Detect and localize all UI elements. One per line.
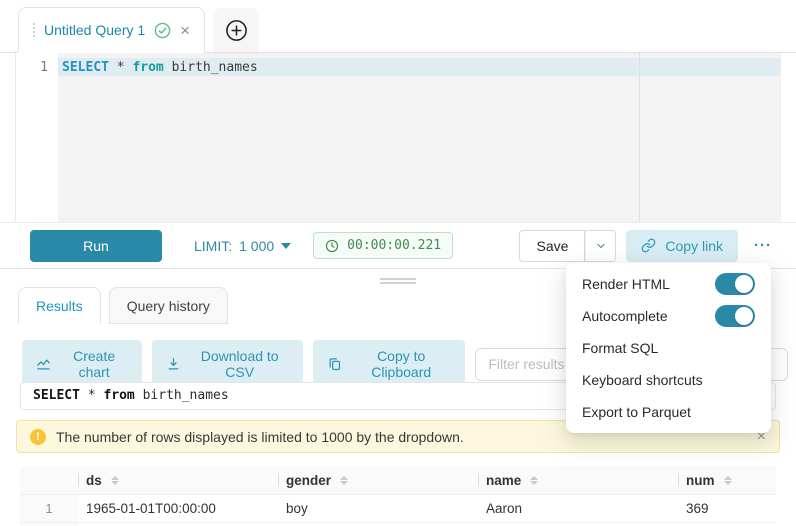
- menu-item-render-html[interactable]: Render HTML: [566, 268, 771, 300]
- new-tab-button[interactable]: [213, 8, 259, 52]
- sql-lab-window: Untitled Query 1 × 1 SELECT * from birth…: [0, 0, 796, 526]
- menu-item-keyboard-shortcuts[interactable]: Keyboard shortcuts: [566, 364, 771, 396]
- tab-query-history[interactable]: Query history: [109, 287, 228, 324]
- limit-value: 1 000: [239, 238, 274, 254]
- download-csv-label: Download to CSV: [190, 348, 289, 380]
- sql-text: birth_names: [164, 60, 258, 75]
- sql-text: birth_names: [135, 388, 229, 403]
- editor-tab-bar: Untitled Query 1 ×: [0, 0, 796, 53]
- print-margin-line: [639, 53, 640, 222]
- cell-gender: boy: [278, 495, 478, 522]
- run-button[interactable]: Run: [30, 230, 162, 262]
- table-row: 1 1965-01-01T00:00:00 boy Aaron 369: [20, 494, 776, 522]
- render-html-toggle[interactable]: [715, 273, 755, 295]
- sort-icon[interactable]: [111, 476, 119, 485]
- sql-text: *: [109, 60, 132, 75]
- alert-message: The number of rows displayed is limited …: [56, 429, 464, 445]
- sql-keyword: SELECT: [33, 388, 80, 403]
- results-table: ds gender name num 1 1965-01-01T00:00:00…: [20, 466, 776, 526]
- create-chart-label: Create chart: [60, 348, 128, 380]
- close-tab-icon[interactable]: ×: [180, 22, 190, 39]
- sql-keyword: from: [132, 60, 163, 75]
- query-tab[interactable]: Untitled Query 1 ×: [18, 7, 205, 53]
- create-chart-button[interactable]: Create chart: [22, 340, 142, 388]
- warning-icon: !: [30, 429, 46, 445]
- chart-icon: [36, 357, 51, 372]
- row-number-cell: 1: [20, 495, 78, 522]
- cell-num: 369: [678, 495, 776, 522]
- autocomplete-toggle[interactable]: [715, 305, 755, 327]
- save-menu-button[interactable]: [585, 230, 616, 262]
- sort-icon[interactable]: [724, 476, 732, 485]
- copy-link-label: Copy link: [665, 238, 723, 254]
- query-timer-badge: 00:00:00.221: [313, 232, 453, 259]
- menu-item-autocomplete[interactable]: Autocomplete: [566, 300, 771, 332]
- menu-item-format-sql[interactable]: Format SQL: [566, 332, 771, 364]
- sql-code-line: SELECT * from birth_names: [62, 59, 258, 76]
- run-toolbar: Run LIMIT: 1 000 00:00:00.221 Save Copy: [0, 222, 796, 269]
- query-tab-title: Untitled Query 1: [44, 22, 145, 38]
- table-row-clipped: [20, 522, 776, 526]
- column-header-num[interactable]: num: [678, 466, 776, 494]
- limit-label: LIMIT:: [194, 238, 232, 254]
- sql-text: *: [80, 388, 103, 403]
- menu-item-export-parquet[interactable]: Export to Parquet: [566, 396, 771, 428]
- download-csv-button[interactable]: Download to CSV: [152, 340, 303, 388]
- limit-dropdown[interactable]: LIMIT: 1 000: [194, 238, 291, 254]
- sql-editor[interactable]: 1 SELECT * from birth_names: [0, 53, 796, 222]
- timer-value: 00:00:00.221: [347, 238, 441, 253]
- query-success-icon: [154, 22, 171, 39]
- drag-handle-icon[interactable]: [33, 23, 35, 37]
- tab-results[interactable]: Results: [18, 287, 101, 324]
- download-icon: [166, 357, 181, 372]
- options-dropdown-menu: Render HTML Autocomplete Format SQL Keyb…: [566, 263, 771, 433]
- copy-clipboard-button[interactable]: Copy to Clipboard: [313, 340, 465, 388]
- save-split-button: Save: [519, 230, 616, 262]
- table-header-row: ds gender name num: [20, 466, 776, 494]
- line-number: 1: [40, 60, 48, 75]
- row-number-header: [20, 466, 78, 494]
- chevron-down-icon: [281, 243, 291, 249]
- column-header-ds[interactable]: ds: [78, 466, 278, 494]
- save-button[interactable]: Save: [519, 230, 585, 262]
- column-header-name[interactable]: name: [478, 466, 678, 494]
- chevron-down-icon: [595, 240, 607, 252]
- cell-name: Aaron: [478, 495, 678, 522]
- sort-icon[interactable]: [530, 476, 538, 485]
- results-tab-bar: Results Query history: [18, 287, 228, 324]
- column-header-gender[interactable]: gender: [278, 466, 478, 494]
- pane-resize-handle[interactable]: [380, 278, 416, 286]
- editor-gutter: 1: [15, 53, 58, 222]
- sql-keyword: from: [103, 388, 134, 403]
- sort-icon[interactable]: [340, 476, 348, 485]
- editor-code-area[interactable]: SELECT * from birth_names: [58, 53, 781, 222]
- clock-icon: [325, 239, 339, 253]
- clipboard-icon: [327, 357, 342, 372]
- sql-keyword: SELECT: [62, 60, 109, 75]
- link-icon: [641, 238, 656, 253]
- cell-ds: 1965-01-01T00:00:00: [78, 495, 278, 522]
- ellipsis-menu-icon[interactable]: ···: [754, 237, 772, 254]
- plus-circle-icon: [225, 19, 248, 42]
- copy-link-button[interactable]: Copy link: [626, 230, 738, 262]
- copy-clipboard-label: Copy to Clipboard: [351, 348, 451, 380]
